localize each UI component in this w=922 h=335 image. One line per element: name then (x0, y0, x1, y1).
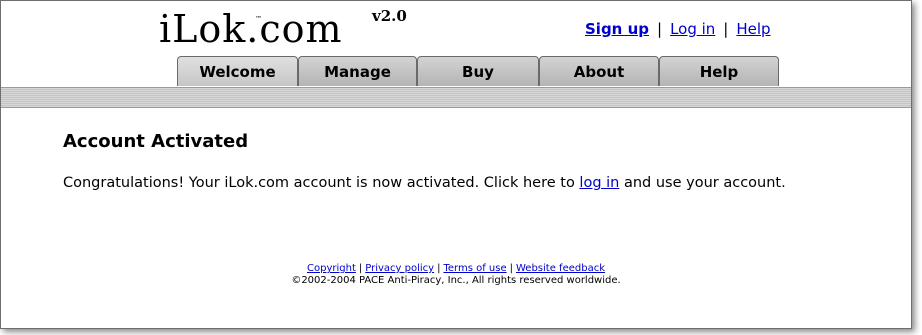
tab-buy[interactable]: Buy (417, 56, 539, 86)
footer-terms-link[interactable]: Terms of use (443, 263, 506, 274)
footer-feedback-link[interactable]: Website feedback (516, 263, 605, 274)
logo-version: v2.0 (372, 7, 407, 25)
footer-separator: | (509, 263, 513, 274)
page-footer: Copyright | Privacy policy | Terms of use | We… (1, 263, 911, 287)
footer-privacy-link[interactable]: Privacy policy (365, 263, 434, 274)
signup-link[interactable]: Sign up (585, 20, 649, 38)
link-separator: | (657, 20, 663, 38)
footer-copyright-link[interactable]: Copyright (307, 263, 356, 274)
message-text-after: and use your account. (619, 175, 786, 191)
site-header: iLok.com ™ v2.0 Sign up | Log in | Help Welc… (1, 1, 911, 87)
header-divider-bar (1, 87, 911, 108)
activation-message: Congratulations! Your iLok.com account i… (63, 175, 786, 191)
page-title: Account Activated (63, 131, 249, 152)
footer-copyright-notice: ©2002-2004 PACE Anti-Piracy, Inc., All r… (291, 275, 621, 286)
footer-links: Copyright | Privacy policy | Terms of use | We… (1, 263, 911, 275)
top-links: Sign up | Log in | Help (585, 20, 771, 38)
message-text-before: Congratulations! Your iLok.com account i… (63, 175, 580, 191)
link-separator: | (723, 20, 729, 38)
tab-about[interactable]: About (539, 56, 659, 86)
message-login-link[interactable]: log in (579, 175, 619, 191)
tab-manage[interactable]: Manage (298, 56, 417, 86)
footer-separator: | (358, 263, 363, 274)
logo-trademark: ™ (255, 15, 262, 23)
tab-help[interactable]: Help (659, 56, 779, 86)
login-link[interactable]: Log in (670, 20, 715, 38)
logo-text: iLok.com (159, 7, 343, 51)
browser-page: iLok.com ™ v2.0 Sign up | Log in | Help Welc… (0, 0, 912, 329)
help-link[interactable]: Help (736, 20, 770, 38)
footer-separator: | (437, 263, 441, 274)
tab-welcome[interactable]: Welcome (177, 56, 298, 86)
